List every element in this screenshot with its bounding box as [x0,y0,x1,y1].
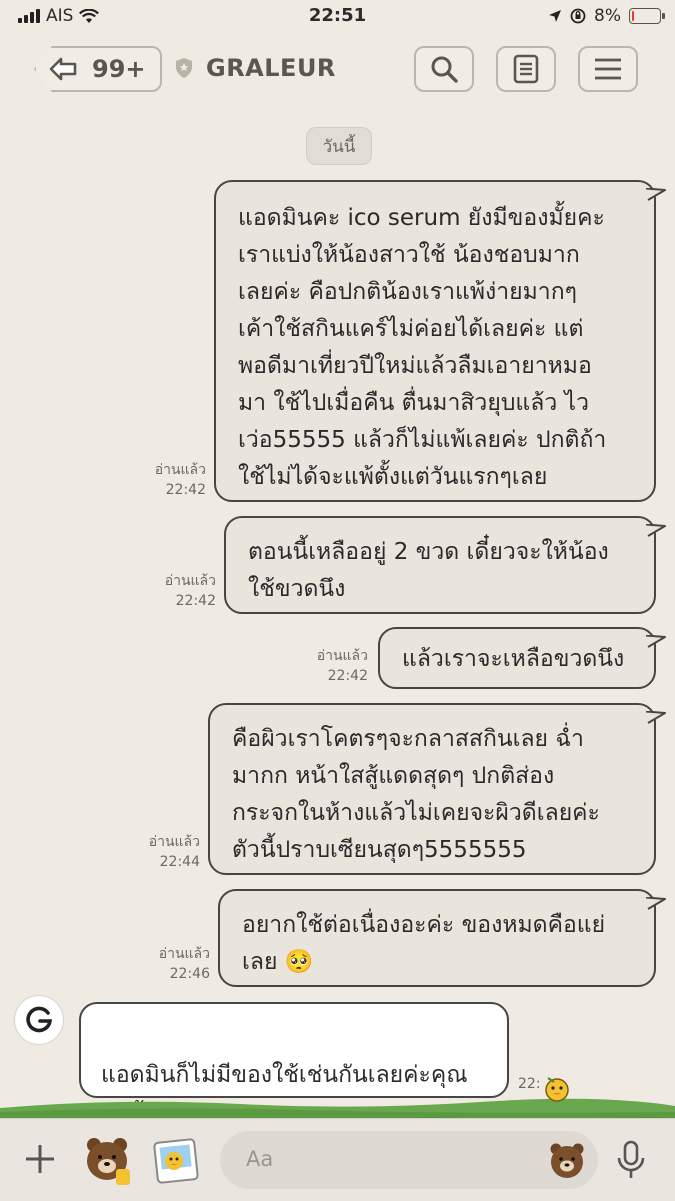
bubble-tail [646,524,666,538]
incoming-message[interactable]: แอดมินก็ไม่มีของใช้เช่นกันเลยค่ะคุณ ลูกค… [79,1002,509,1125]
message-meta: อ่านแล้ว 22:42 [140,460,206,500]
search-button[interactable] [414,46,474,92]
status-bar: AIS 22:51 8% [0,0,675,36]
bear-sticker-icon[interactable] [80,1133,136,1189]
sticker-time: 22: [518,1076,541,1092]
message-meta: อ่านแล้ว 22:42 [150,571,216,611]
message-text: ตอนนี้เหลืออยู่ 2 ขวด เดี๋ยวจะให้น้อง ใช… [248,539,609,602]
composer-bar: Aa [0,1118,675,1201]
avatar[interactable] [14,995,64,1045]
unread-count: 99+ [92,55,146,83]
message-time: 22:42 [175,593,216,609]
input-placeholder: Aa [246,1147,274,1171]
message-meta: อ่านแล้ว 22:44 [134,832,200,872]
message-meta: อ่านแล้ว 22:42 [302,646,368,686]
back-button[interactable]: 99+ [34,46,162,92]
outgoing-message[interactable]: แอดมินคะ ico serum ยังมีของมั้ยคะ เราแบ่… [214,180,666,502]
emoji-bear-icon[interactable] [546,1139,588,1181]
message-time: 22:42 [327,668,368,684]
sally-sticker-icon [545,1077,569,1102]
read-receipt: อ่านแล้ว [316,648,368,664]
bubble-tail [646,711,666,725]
message-text: คือผิวเราโคตรๆจะกลาสสกินเลย ฉ่ำ มากก หน้… [232,726,600,863]
battery-icon [629,8,665,24]
outgoing-message[interactable]: คือผิวเราโคตรๆจะกลาสสกินเลย ฉ่ำ มากก หน้… [208,703,666,875]
photo-icon[interactable] [150,1135,202,1187]
outgoing-message[interactable]: แล้วเราจะเหลือขวดนึง [378,627,666,689]
battery-percent: 8% [594,6,621,26]
outgoing-message[interactable]: ตอนนี้เหลืออยู่ 2 ขวด เดี๋ยวจะให้น้อง ใช… [224,516,666,614]
read-receipt: อ่านแล้ว [154,462,206,478]
mic-icon[interactable] [614,1139,648,1181]
status-right: 8% [548,6,665,26]
plus-icon[interactable] [22,1141,58,1177]
message-time: 22:46 [169,966,210,982]
message-input[interactable]: Aa [220,1131,598,1189]
read-receipt: อ่านแล้ว [164,573,216,589]
shield-icon [176,58,192,78]
message-time: 22:44 [159,854,200,870]
menu-button[interactable] [578,46,638,92]
bubble-tail [646,188,666,202]
notes-button[interactable] [496,46,556,92]
chat-header: 99+ GRALEUR [0,36,675,104]
outgoing-message[interactable]: อยากใช้ต่อเนื่องอะค่ะ ของหมดคือแย่ เลย 🥺 [218,889,666,987]
brand-logo-icon [26,1006,53,1033]
rotation-lock-icon [570,8,586,24]
back-arrow-icon [49,57,77,81]
bubble-tail [646,635,666,649]
location-icon [549,10,562,22]
read-receipt: อ่านแล้ว [158,946,210,962]
chat-title: GRALEUR [206,54,336,82]
message-time: 22:42 [165,482,206,498]
message-meta: อ่านแล้ว 22:46 [144,944,210,984]
menu-icon [595,58,621,80]
search-icon [431,56,458,83]
read-receipt: อ่านแล้ว [148,834,200,850]
message-text: แล้วเราจะเหลือขวดนึง [402,646,625,672]
bubble-tail [646,897,666,911]
notes-icon [513,54,539,84]
message-text: อยากใช้ต่อเนื่องอะค่ะ ของหมดคือแย่ เลย 🥺 [242,912,606,975]
message-text: แอดมินคะ ico serum ยังมีของมั้ยคะ เราแบ่… [238,205,607,490]
date-separator: วันนี้ [306,127,372,165]
